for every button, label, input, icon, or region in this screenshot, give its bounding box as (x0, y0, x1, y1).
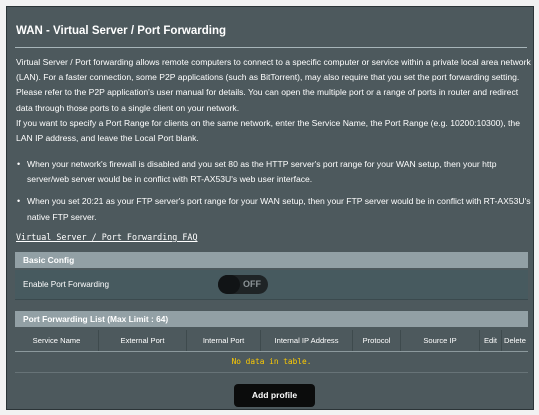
column-external-port: External Port (99, 330, 187, 351)
empty-table-message: No data in table. (231, 357, 312, 366)
page-title: WAN - Virtual Server / Port Forwarding (16, 25, 227, 37)
enable-port-forwarding-toggle[interactable]: OFF (218, 275, 268, 294)
port-forwarding-list-header: Port Forwarding List (Max Limit : 64) (15, 311, 528, 327)
port-forwarding-panel: WAN - Virtual Server / Port Forwarding V… (6, 6, 534, 410)
column-service-name: Service Name (15, 330, 99, 351)
toggle-knob (218, 275, 240, 294)
faq-link[interactable]: Virtual Server / Port Forwarding FAQ (16, 232, 198, 242)
note-text: When your network's firewall is disabled… (27, 159, 497, 185)
column-internal-ip: Internal IP Address (261, 330, 353, 351)
toggle-state-label: OFF (243, 279, 261, 289)
description-paragraph-1: Virtual Server / Port forwarding allows … (16, 57, 531, 113)
basic-config-header: Basic Config (15, 252, 528, 268)
description: Virtual Server / Port forwarding allows … (16, 55, 531, 146)
table-empty-row: No data in table. (15, 352, 528, 373)
note-item: • When you set 20:21 as your FTP server'… (16, 194, 531, 224)
description-paragraph-2: If you want to specify a Port Range for … (16, 117, 520, 144)
title-divider (15, 47, 527, 48)
note-text: When you set 20:21 as your FTP server's … (27, 196, 531, 222)
note-item: • When your network's firewall is disabl… (16, 157, 531, 187)
note-list: • When your network's firewall is disabl… (16, 157, 531, 232)
table-header-row: Service Name External Port Internal Port… (15, 330, 528, 352)
add-profile-button[interactable]: Add profile (234, 384, 315, 407)
column-protocol: Protocol (353, 330, 401, 351)
column-edit: Edit (480, 330, 502, 351)
column-source-ip: Source IP (401, 330, 480, 351)
bullet-icon: • (17, 196, 21, 207)
bullet-icon: • (17, 159, 21, 169)
enable-port-forwarding-row: Enable Port Forwarding OFF (15, 270, 528, 300)
column-delete: Delete (504, 336, 526, 345)
column-internal-port: Internal Port (187, 330, 261, 351)
enable-port-forwarding-label: Enable Port Forwarding (23, 280, 110, 289)
